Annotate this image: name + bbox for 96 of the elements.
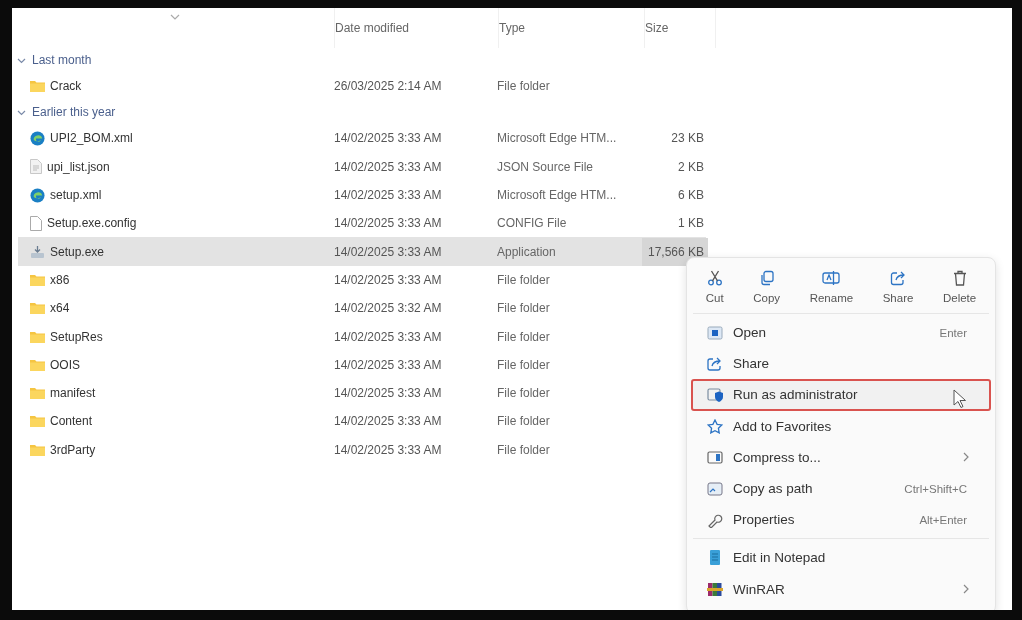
date-cell-text: 14/02/2025 3:33 AM — [334, 159, 443, 174]
type-cell-text: File folder — [497, 79, 551, 94]
type-cell-text: CONFIG File — [497, 216, 568, 231]
notepad-icon — [707, 549, 723, 567]
menu-action-button[interactable]: Copy — [749, 268, 785, 306]
file-row[interactable]: UPI2_BOM.xml 14/02/2025 3:33 AM Microsoft Edge HTM... 23 KB — [18, 124, 706, 153]
mouse-cursor-icon — [953, 389, 967, 410]
file-name: Setup.exe — [50, 244, 105, 259]
file-row[interactable]: setup.xml 14/02/2025 3:33 AM Microsoft Edge HTM... 6 KB — [18, 180, 706, 210]
date-cell-text: 14/02/2025 3:33 AM — [334, 188, 443, 203]
file-name: manifest — [50, 386, 96, 401]
file-name: 3rdParty — [50, 442, 96, 457]
folder-icon — [30, 443, 45, 456]
share-icon — [707, 356, 723, 371]
date-cell-text: 14/02/2025 3:33 AM — [334, 216, 443, 231]
type-cell-text: Microsoft Edge HTM... — [497, 131, 618, 146]
blank-document-icon — [30, 215, 42, 231]
size-cell: 1 KB — [678, 216, 704, 231]
file-name: upi_list.json — [47, 159, 110, 174]
trash-icon — [952, 270, 967, 286]
star-icon — [707, 418, 723, 434]
shortcut-text: Alt+Enter — [919, 513, 967, 526]
menu-action-button[interactable]: Rename — [805, 268, 858, 306]
date-cell-text: 14/02/2025 3:33 AM — [334, 357, 443, 372]
file-row[interactable]: upi_list.json 14/02/2025 3:33 AM JSON Source File 2 KB — [18, 152, 706, 181]
folder-icon — [30, 80, 45, 93]
date-cell-text: 14/02/2025 3:33 AM — [334, 442, 443, 457]
type-cell-text: File folder — [497, 414, 551, 429]
date-cell-text: 14/02/2025 3:33 AM — [334, 386, 443, 401]
group-header[interactable]: Last month — [12, 48, 92, 72]
file-name: Crack — [50, 79, 82, 94]
group-header[interactable]: Earlier this year — [12, 100, 116, 125]
date-cell-text: 26/03/2025 2:14 AM — [334, 79, 443, 94]
folder-icon — [30, 358, 45, 371]
folder-icon — [30, 302, 45, 315]
share-icon — [890, 270, 907, 286]
file-name: SetupRes — [50, 329, 103, 344]
scissors-icon — [706, 270, 723, 286]
date-cell-text: 14/02/2025 3:33 AM — [334, 272, 443, 287]
copy-icon — [758, 270, 775, 286]
date-cell-text: 14/02/2025 3:32 AM — [334, 301, 443, 316]
books-icon — [707, 581, 723, 598]
shortcut-text: Ctrl+Shift+C — [904, 482, 967, 495]
archive-icon — [707, 450, 723, 465]
file-name: OOIS — [50, 357, 80, 372]
file-name: Content — [50, 414, 93, 429]
column-header[interactable]: Date modified — [334, 8, 498, 48]
shield-icon — [707, 387, 723, 402]
size-cell: 23 KB — [671, 131, 704, 146]
folder-icon — [30, 273, 45, 286]
file-name: x86 — [50, 272, 70, 287]
submenu-chevron-icon — [963, 584, 969, 595]
folder-icon — [30, 387, 45, 400]
type-cell-text: File folder — [497, 357, 551, 372]
date-cell-text: 14/02/2025 3:33 AM — [334, 244, 443, 259]
menu-action-button[interactable]: Delete — [938, 268, 981, 306]
column-header[interactable]: Type — [498, 8, 644, 48]
size-cell: 2 KB — [678, 159, 704, 174]
submenu-chevron-icon — [963, 452, 969, 463]
rename-icon — [822, 270, 841, 286]
file-name: x64 — [50, 301, 70, 316]
folder-icon — [30, 415, 45, 428]
window-icon — [707, 325, 723, 340]
file-row[interactable]: Setup.exe.config 14/02/2025 3:33 AM CONFIG File 1 KB — [18, 209, 706, 238]
folder-icon — [30, 330, 45, 343]
menu-item[interactable]: WinRAR — [691, 573, 991, 605]
menu-action-button[interactable]: Share — [878, 268, 918, 306]
type-cell-text: File folder — [497, 301, 551, 316]
type-cell-text: File folder — [497, 442, 551, 457]
shortcut-text: Enter — [939, 326, 967, 339]
menu-item[interactable]: Properties Alt+Enter — [691, 504, 991, 536]
size-cell: 6 KB — [678, 188, 704, 203]
type-cell-text: File folder — [497, 272, 551, 287]
file-name: Setup.exe.config — [47, 216, 137, 231]
date-cell-text: 14/02/2025 3:33 AM — [334, 131, 443, 146]
sort-chevron-icon — [170, 14, 180, 20]
edge-logo-icon — [30, 187, 45, 203]
document-icon — [30, 159, 42, 175]
edge-logo-icon — [30, 130, 45, 146]
type-cell-text: Microsoft Edge HTM... — [497, 188, 618, 203]
type-cell-text: Application — [497, 244, 557, 259]
type-cell-text: JSON Source File — [497, 159, 595, 174]
date-cell-text: 14/02/2025 3:33 AM — [334, 414, 443, 429]
menu-item[interactable]: Run as administrator — [691, 379, 991, 411]
menu-item[interactable]: Edit in Notepad — [691, 542, 991, 574]
type-cell-text: File folder — [497, 329, 551, 344]
type-cell-text: File folder — [497, 386, 551, 401]
menu-item[interactable]: Copy as path Ctrl+Shift+C — [691, 472, 991, 505]
size-cell: 17,566 KB — [647, 244, 704, 259]
column-header[interactable]: Size — [644, 8, 716, 48]
file-name: UPI2_BOM.xml — [50, 131, 133, 146]
date-cell-text: 14/02/2025 3:33 AM — [334, 329, 443, 344]
file-row[interactable]: Setup.exe 14/02/2025 3:33 AM Application 17,566 KB — [18, 237, 706, 266]
file-name: setup.xml — [50, 188, 102, 203]
file-row[interactable]: Crack 26/03/2025 2:14 AM File folder — [18, 72, 706, 101]
installer-icon — [30, 244, 45, 259]
